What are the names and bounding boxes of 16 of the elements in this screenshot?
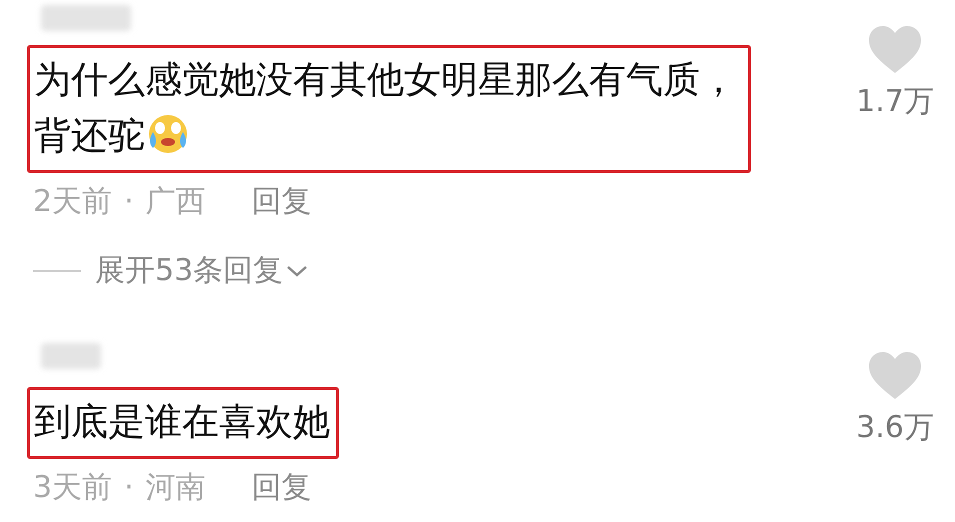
comment-location: 广西 — [146, 183, 206, 221]
expand-replies-link[interactable]: 展开53条回复 — [95, 250, 284, 291]
comment-text: 为什么感觉她没有其他女明星那么有气质，背还驼 — [27, 45, 751, 173]
heart-icon[interactable] — [867, 351, 923, 401]
separator-dot: · — [124, 470, 134, 505]
heart-icon[interactable] — [867, 25, 923, 75]
separator-dot: · — [124, 184, 134, 219]
reply-link[interactable]: 回复 — [252, 181, 312, 222]
comment-text: 到底是谁在喜欢她 — [27, 387, 339, 459]
like-count: 1.7万 — [856, 83, 934, 121]
comment-time: 3天前 — [33, 469, 112, 507]
blurred-username — [41, 343, 101, 369]
comment-time: 2天前 — [33, 183, 112, 221]
like-count: 3.6万 — [856, 409, 934, 447]
comment-location: 河南 — [146, 469, 206, 507]
reply-link[interactable]: 回复 — [252, 467, 312, 508]
